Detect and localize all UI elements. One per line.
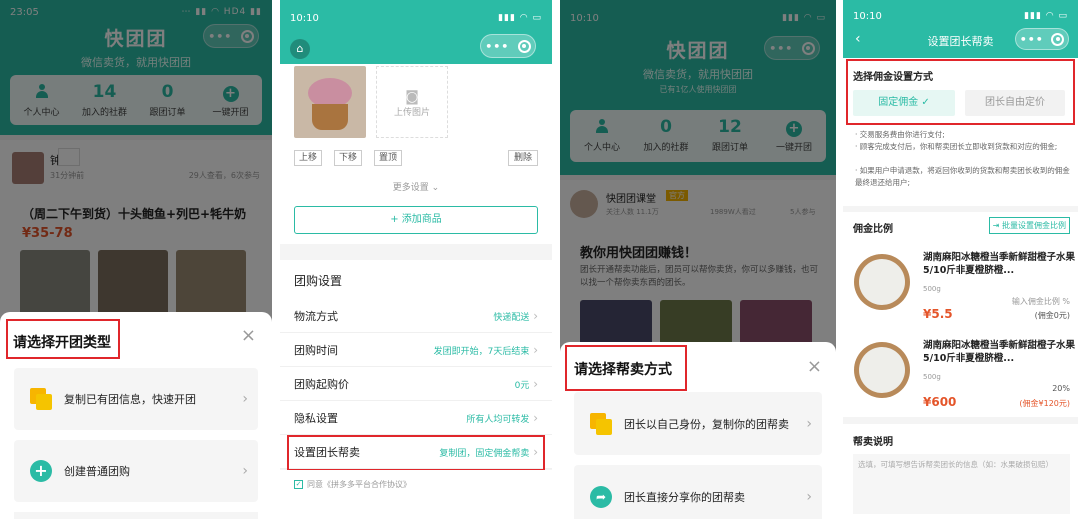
option-copy-as-self[interactable]: 团长以自己身份，复制你的团帮卖 ›: [574, 392, 822, 455]
agreement-checkbox[interactable]: ✓ 同意《拼多多平台合作协议》: [294, 479, 411, 490]
pin-top-button[interactable]: 置顶: [374, 150, 402, 166]
bottom-sheet: 请选择帮卖方式 × 团长以自己身份，复制你的团帮卖 › ➦ 团长直接分享你的团帮…: [560, 342, 836, 519]
add-goods-button[interactable]: + 添加商品: [294, 206, 538, 234]
option-label: 创建普通团购: [64, 465, 130, 478]
close-icon[interactable]: ×: [241, 327, 256, 345]
notes-area: · 交易服务费由你进行支付; · 顾客完成支付后，你和帮卖团长立即收到货款和对应…: [843, 126, 1078, 206]
goods-image[interactable]: [294, 66, 366, 138]
product-spec: 500g: [923, 285, 941, 293]
commission-amount: (佣金¥120元): [1019, 399, 1070, 408]
agreement-area: ✓ 同意《拼多多平台合作协议》: [280, 470, 552, 519]
share-icon: ➦: [590, 485, 612, 508]
status-icons: ▮▮▮ ◠ ▭: [498, 13, 542, 23]
screen-open-group-type: 23:05 ⋯ ▮▮ ◠ HD4 ▮▮ 快团团 ••• 微信卖货，就用快团团 个…: [0, 0, 272, 519]
chevron-right-icon: ›: [242, 463, 248, 479]
note-line: · 交易服务费由你进行支付;: [855, 130, 945, 139]
product-name: 湖南麻阳冰糖橙当季新鲜甜橙子水果5/10斤非夏橙脐橙...: [923, 340, 1076, 364]
option-direct-share[interactable]: ➦ 团长直接分享你的团帮卖 ›: [574, 465, 822, 519]
chevron-right-icon: ›: [806, 415, 812, 432]
row-logistics[interactable]: 物流方式 快递配送: [280, 299, 552, 333]
section-title: 团购设置: [294, 274, 343, 288]
row-group-time[interactable]: 团购时间 发团即开始，7天后结束: [280, 333, 552, 367]
explain-title: 帮卖说明: [853, 437, 893, 448]
explain-input[interactable]: 选填，可填写想告诉帮卖团长的信息（如：水果破损包赔）: [853, 454, 1070, 514]
product-name: 湖南麻阳冰糖橙当季新鲜甜橙子水果5/10斤非夏橙脐橙...: [923, 252, 1076, 276]
more-icon[interactable]: •••: [1020, 33, 1044, 46]
copy-icon: [30, 388, 52, 410]
status-bar: 10:10 ▮▮▮ ◠ ▭: [843, 0, 1078, 26]
close-mini-program-icon[interactable]: [517, 39, 531, 53]
product-image[interactable]: [852, 252, 912, 312]
status-bar: 10:10 ▮▮▮ ◠ ▭: [280, 0, 552, 30]
highlight-box: [6, 319, 120, 359]
status-icons: ▮▮▮ ◠ ▭: [1024, 11, 1068, 21]
ratio-title: 佣金比例: [853, 224, 893, 235]
batch-label: 批量设置佣金比例: [1002, 221, 1066, 230]
highlight-box: [287, 435, 545, 471]
plus-icon: +: [30, 460, 52, 482]
batch-commission-button[interactable]: ⇥ 批量设置佣金比例: [988, 217, 1070, 234]
row-value: 0元: [515, 377, 538, 391]
more-settings-toggle[interactable]: 更多设置 ⌄: [280, 180, 552, 193]
row-label: 团购起购价: [294, 377, 349, 391]
chevron-right-icon: ›: [242, 391, 248, 407]
camera-icon: ◙: [405, 89, 419, 105]
ratio-input[interactable]: 输入佣金比例 %: [1012, 296, 1070, 307]
option-copy-existing[interactable]: 复制已有团信息，快速开团 ›: [14, 368, 258, 430]
screen-help-sell-type: 10:10 ▮▮▮ ◠ ▭ 快团团 ••• 微信卖货，就用快团团 已有1亿人使用…: [560, 0, 836, 519]
status-time: 10:10: [853, 10, 882, 22]
row-label: 团购时间: [294, 343, 338, 357]
checkbox-icon: ✓: [294, 480, 303, 489]
option-partial: [14, 512, 258, 519]
highlight-box: [846, 59, 1075, 125]
move-up-button[interactable]: 上移: [294, 150, 322, 166]
ratio-input[interactable]: 20%: [1052, 384, 1070, 393]
upload-label: 上传图片: [393, 108, 430, 118]
highlight-box: [565, 345, 687, 391]
row-label: 物流方式: [294, 309, 338, 323]
header: 10:10 ▮▮▮ ◠ ▭ ⌂ •••: [280, 0, 552, 64]
product-image[interactable]: [852, 340, 912, 400]
product-price: ¥5.5: [923, 307, 953, 321]
note-line: · 如果用户申请退款，将返回你收到的货款和帮卖团长收到的佣金最终退还给用户;: [855, 166, 1070, 187]
move-down-button[interactable]: 下移: [334, 150, 362, 166]
section-header: 团购设置: [280, 260, 552, 300]
close-icon[interactable]: ×: [807, 358, 822, 376]
option-create-normal[interactable]: + 创建普通团购 ›: [14, 440, 258, 502]
upload-image-button[interactable]: ◙ 上传图片: [376, 66, 448, 138]
batch-icon: ⇥: [992, 221, 1002, 230]
status-time: 10:10: [290, 12, 319, 24]
row-value: 发团即开始，7天后结束: [434, 343, 538, 357]
commission-amount: (佣金0元): [1034, 311, 1070, 320]
row-value: 快递配送: [493, 309, 538, 323]
commission-ratio-section: 佣金比例 ⇥ 批量设置佣金比例 湖南麻阳冰糖橙当季新鲜甜橙子水果5/10斤非夏橙…: [843, 212, 1078, 417]
option-label: 团长直接分享你的团帮卖: [624, 490, 745, 504]
mini-program-capsule[interactable]: •••: [1015, 28, 1069, 50]
option-label: 团长以自己身份，复制你的团帮卖: [624, 417, 789, 431]
delete-button[interactable]: 删除: [508, 150, 538, 166]
goods-editor: ◙ 上传图片 上移 下移 置顶 删除 更多设置 ⌄ + 添加商品: [280, 64, 552, 244]
chevron-right-icon: ›: [806, 488, 812, 505]
row-value: 所有人均可转发: [466, 411, 538, 425]
screen-group-settings: 10:10 ▮▮▮ ◠ ▭ ⌂ ••• ◙ 上传图片 上移 下移 置顶 删除 更…: [280, 0, 552, 519]
explain-section: 帮卖说明 选填，可填写想告诉帮卖团长的信息（如：水果破损包赔）: [843, 424, 1078, 519]
row-min-price[interactable]: 团购起购价 0元: [280, 367, 552, 401]
home-icon[interactable]: ⌂: [290, 39, 310, 59]
option-label: 复制已有团信息，快速开团: [64, 393, 196, 406]
row-privacy[interactable]: 隐私设置 所有人均可转发: [280, 401, 552, 435]
agreement-label: 同意《拼多多平台合作协议》: [307, 480, 411, 489]
mini-program-capsule[interactable]: •••: [480, 34, 536, 58]
close-mini-program-icon[interactable]: [1051, 32, 1065, 46]
copy-icon: [590, 412, 612, 435]
bottom-sheet: 请选择开团类型 × 复制已有团信息，快速开团 › + 创建普通团购 ›: [0, 312, 272, 519]
note-line: · 顾客完成支付后，你和帮卖团长立即收到货款和对应的佣金;: [855, 142, 1058, 151]
product-spec: 500g: [923, 373, 941, 381]
more-icon[interactable]: •••: [485, 40, 509, 53]
header: 10:10 ▮▮▮ ◠ ▭ ‹ 设置团长帮卖 •••: [843, 0, 1078, 58]
row-label: 隐私设置: [294, 411, 338, 425]
product-price: ¥600: [923, 395, 957, 409]
screen-leader-help-sell: 10:10 ▮▮▮ ◠ ▭ ‹ 设置团长帮卖 ••• 选择佣金设置方式 固定佣金…: [843, 0, 1078, 519]
